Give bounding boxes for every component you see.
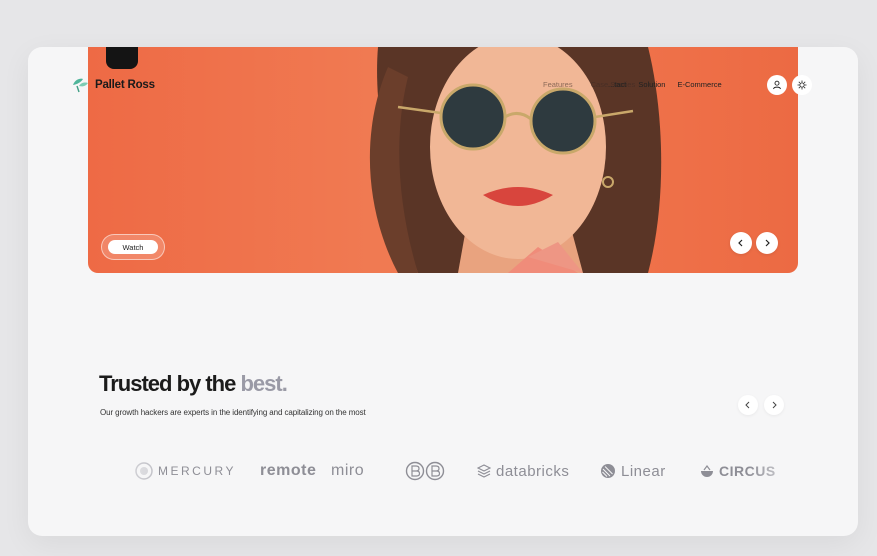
user-button[interactable]	[767, 75, 787, 95]
logo-linear: Linear	[600, 459, 666, 483]
watch-label: Watch	[108, 240, 158, 254]
page-card: Features Case Studies Watch Pallet Ross …	[28, 47, 858, 536]
logo-fade-right	[748, 452, 808, 490]
logo-strip: MERCURY remote miro databricks Linear C	[98, 459, 798, 483]
main-nav: ...tact Solution E-Commerce	[608, 80, 722, 89]
camera-notch	[106, 47, 138, 69]
nav-item-features[interactable]: Features	[543, 80, 573, 89]
logo-fade-left	[88, 452, 148, 490]
settings-button[interactable]	[792, 75, 812, 95]
trusted-subtitle: Our growth hackers are experts in the id…	[100, 408, 366, 417]
leaf-logo-icon	[73, 78, 88, 93]
hero-prev-button[interactable]	[730, 232, 752, 254]
logo-mercury-text: MERCURY	[158, 464, 236, 478]
logos-next-button[interactable]	[764, 395, 784, 415]
user-icon	[773, 80, 781, 90]
databricks-icon	[477, 464, 491, 478]
nav-item-contact[interactable]: ...tact	[608, 80, 626, 89]
hero-next-button[interactable]	[756, 232, 778, 254]
logo-databricks-text: databricks	[496, 462, 570, 480]
logo-bb	[405, 459, 445, 483]
logo-remote: remote	[260, 459, 316, 483]
trusted-title-main: Trusted by the	[99, 371, 241, 396]
logo-linear-text: Linear	[621, 462, 666, 480]
logo-miro: miro	[331, 459, 364, 483]
nav-item-solution[interactable]: Solution	[638, 80, 665, 89]
logo-mercury: MERCURY	[135, 459, 236, 483]
chevron-left-icon	[738, 239, 743, 247]
trusted-title: Trusted by the best.	[99, 371, 288, 397]
logo-miro-text: miro	[331, 462, 365, 479]
brand-name: Pallet Ross	[95, 79, 155, 91]
chevron-left-icon	[745, 401, 750, 409]
gear-icon	[797, 80, 807, 90]
watch-button[interactable]: Watch	[101, 234, 165, 260]
brand[interactable]: Pallet Ross	[71, 77, 155, 93]
circus-icon	[701, 465, 713, 477]
logo-databricks: databricks	[477, 459, 569, 483]
chevron-right-icon	[772, 401, 777, 409]
bb-logo-icon	[405, 461, 445, 481]
nav-item-ecommerce[interactable]: E-Commerce	[677, 80, 721, 89]
logos-prev-button[interactable]	[738, 395, 758, 415]
chevron-right-icon	[765, 239, 770, 247]
linear-icon	[601, 464, 615, 478]
trusted-title-accent: best.	[240, 371, 287, 396]
logo-remote-text: remote	[260, 462, 317, 479]
